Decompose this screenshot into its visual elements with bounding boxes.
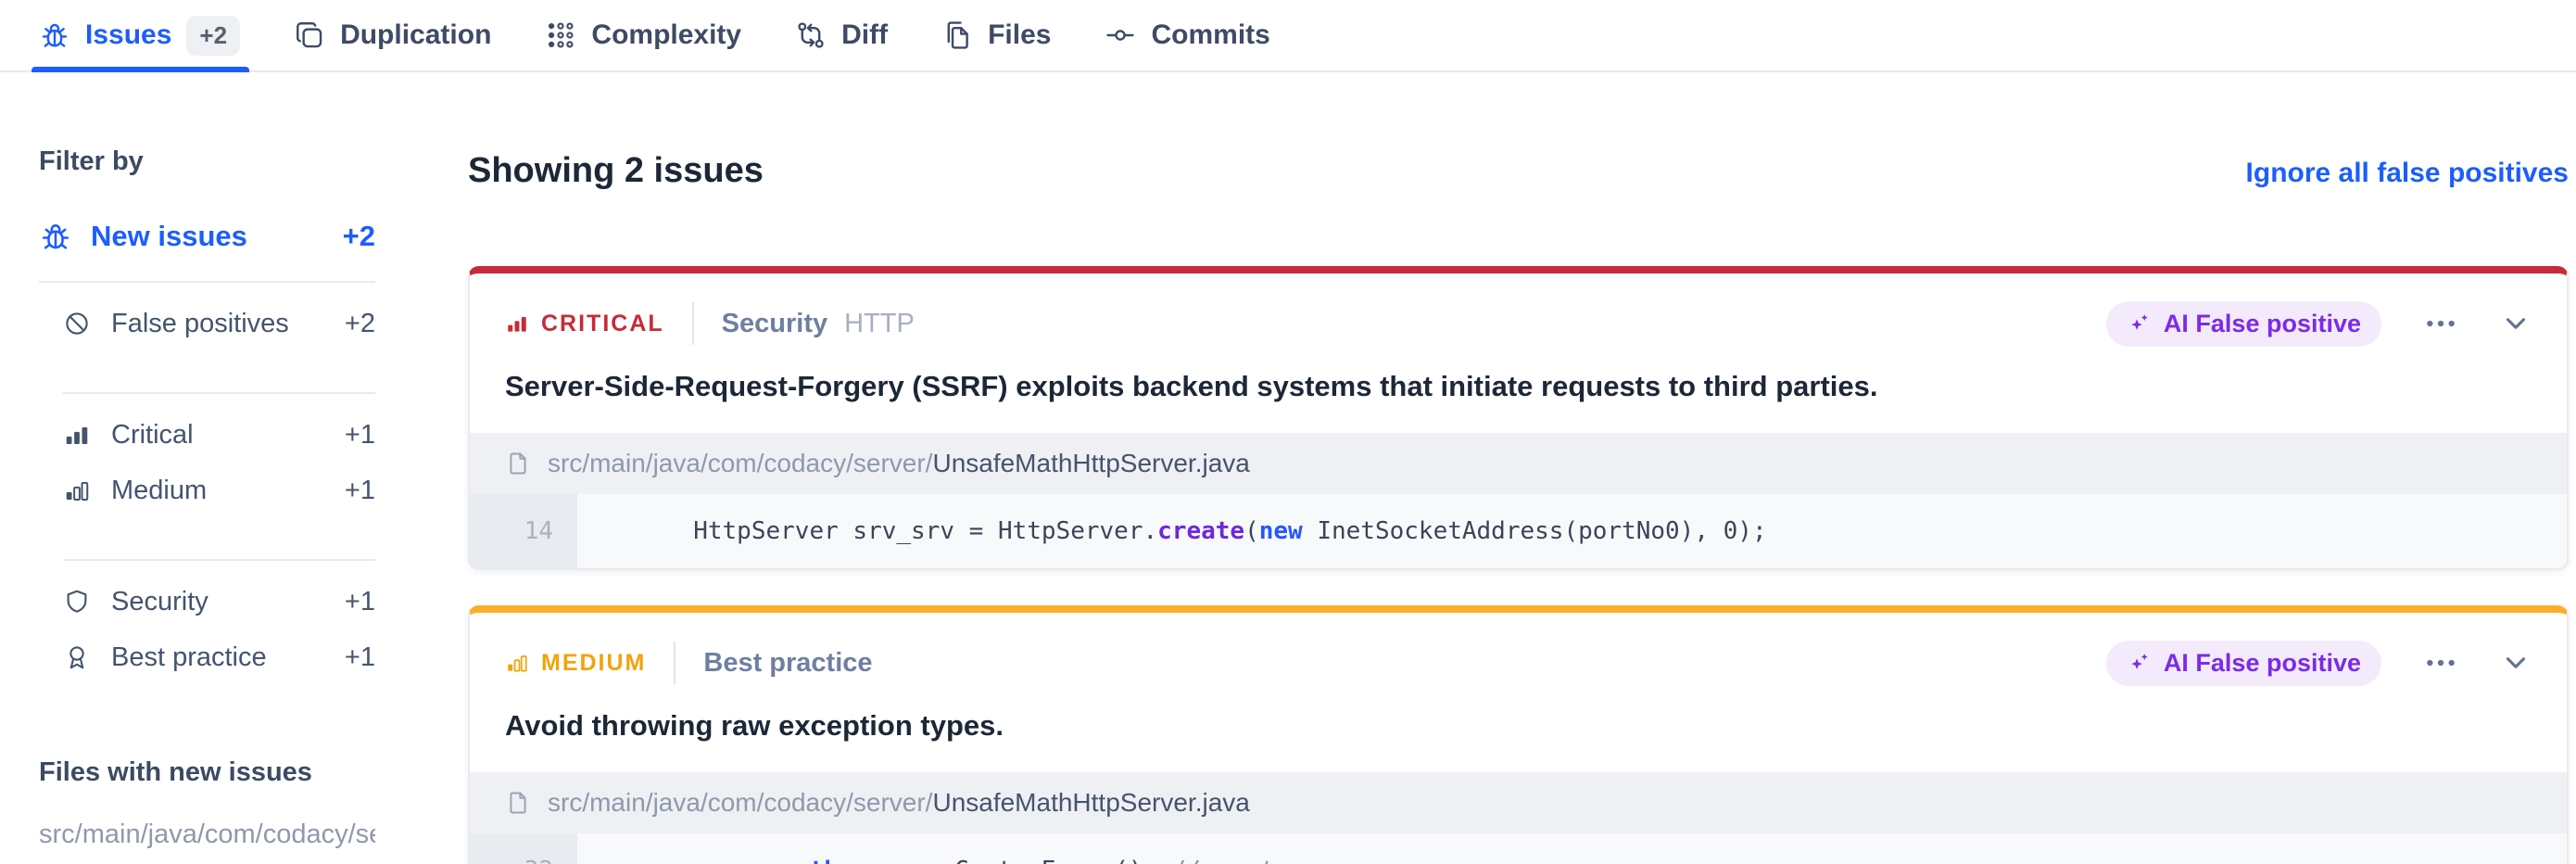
code-line: HttpServer srv_srv = HttpServer.create(n… [577, 494, 2567, 568]
code-snippet: 32 throw new CustomError(); // empty err… [470, 833, 2567, 864]
files-with-new-issues-heading: Files with new issues [39, 757, 375, 788]
shield-icon [63, 588, 91, 616]
filter-security[interactable]: Security +1 [63, 574, 375, 629]
bug-icon [39, 220, 72, 253]
tab-issues-count-badge: +2 [186, 16, 240, 56]
file-path-band: src/main/java/com/codacy/server/UnsafeMa… [470, 433, 2567, 494]
filter-new-issues[interactable]: New issues +2 [39, 220, 375, 253]
chevron-down-icon[interactable] [2500, 308, 2532, 339]
tab-label: Complexity [591, 19, 741, 51]
code-line: throw new CustomError(); // empty error [577, 833, 2567, 864]
issue-category: Best practice [703, 648, 872, 679]
issues-panel: Showing 2 issues Ignore all false positi… [468, 72, 2569, 864]
filter-label: False positives [111, 309, 289, 339]
filters-sidebar: Filter by New issues +2 [39, 72, 375, 864]
filter-count: +1 [345, 420, 375, 451]
more-options-icon[interactable] [2422, 644, 2459, 681]
files-icon [941, 19, 973, 51]
filter-by-heading: Filter by [39, 146, 375, 177]
more-options-icon[interactable] [2422, 305, 2459, 342]
git-compare-icon [795, 19, 827, 51]
file-path-link[interactable]: src/main/java/com/codacy/server/UnsafeMa… [548, 788, 1250, 818]
git-commit-icon [1105, 19, 1136, 51]
severity-bars-medium-icon [63, 476, 91, 504]
line-number: 32 [470, 833, 577, 864]
ai-badge-label: AI False positive [2164, 649, 2361, 678]
ban-icon [63, 310, 91, 337]
filter-count: +1 [345, 476, 375, 506]
tab-label: Files [988, 19, 1051, 51]
filter-label: Best practice [111, 642, 267, 673]
filter-count: +1 [345, 642, 375, 673]
issue-title: Server-Side-Request-Forgery (SSRF) explo… [470, 369, 2567, 403]
file-icon [505, 451, 531, 476]
tab-complexity[interactable]: Complexity [545, 0, 741, 70]
severity-label: CRITICAL [541, 311, 664, 337]
filter-count: +2 [343, 220, 375, 253]
severity-badge: MEDIUM [505, 650, 646, 677]
filter-false-positives[interactable]: False positives +2 [63, 296, 375, 351]
code-snippet: 14 HttpServer srv_srv = HttpServer.creat… [470, 494, 2567, 568]
divider [692, 302, 694, 345]
sparkles-icon [2127, 311, 2153, 337]
issue-subcategory: HTTP [844, 309, 915, 339]
complexity-grid-icon [545, 19, 576, 51]
bug-icon [39, 19, 70, 51]
issue-card-medium: MEDIUM Best practice AI False positive [468, 605, 2569, 864]
filter-critical[interactable]: Critical +1 [63, 407, 375, 463]
ai-false-positive-badge[interactable]: AI False positive [2106, 301, 2381, 347]
filter-medium[interactable]: Medium +1 [63, 463, 375, 518]
filter-label: Security [111, 587, 208, 617]
tab-issues[interactable]: Issues +2 [39, 0, 240, 70]
tab-label: Issues [85, 19, 171, 51]
issue-title: Avoid throwing raw exception types. [470, 708, 2567, 743]
ai-badge-label: AI False positive [2164, 310, 2361, 338]
ai-false-positive-badge[interactable]: AI False positive [2106, 641, 2381, 686]
issue-category: Security [722, 309, 827, 339]
severity-label: MEDIUM [541, 650, 646, 677]
filter-count: +2 [345, 309, 375, 339]
tab-label: Duplication [340, 19, 491, 51]
file-path-link[interactable]: src/main/java/com/codacy/server/UnsafeMa… [548, 449, 1250, 478]
tab-commits[interactable]: Commits [1105, 0, 1269, 70]
file-group-path: src/main/java/com/codacy/se... [39, 820, 375, 850]
severity-badge: CRITICAL [505, 311, 664, 337]
filter-label: New issues [91, 220, 247, 253]
showing-issues-heading: Showing 2 issues [468, 150, 764, 193]
ignore-all-false-positives-link[interactable]: Ignore all false positives [2246, 158, 2569, 189]
tab-label: Commits [1151, 19, 1269, 51]
file-path-band: src/main/java/com/codacy/server/UnsafeMa… [470, 772, 2567, 833]
tab-diff[interactable]: Diff [795, 0, 888, 70]
tab-bar: Issues +2 Duplication Complexity [0, 0, 2576, 72]
severity-bars-icon [505, 311, 529, 336]
tab-label: Diff [841, 19, 888, 51]
severity-bars-icon [505, 651, 529, 675]
severity-bars-full-icon [63, 421, 91, 449]
filter-best-practice[interactable]: Best practice +1 [63, 629, 375, 685]
duplication-copy-icon [294, 19, 325, 51]
award-icon [63, 643, 91, 671]
sparkles-icon [2127, 650, 2153, 676]
tab-files[interactable]: Files [941, 0, 1051, 70]
issue-card-critical: CRITICAL Security HTTP AI False positive [468, 266, 2569, 570]
tab-duplication[interactable]: Duplication [294, 0, 491, 70]
divider [674, 642, 676, 684]
filter-count: +1 [345, 587, 375, 617]
file-icon [505, 790, 531, 816]
chevron-down-icon[interactable] [2500, 647, 2532, 679]
filter-label: Critical [111, 420, 194, 451]
line-number: 14 [470, 494, 577, 568]
filter-label: Medium [111, 476, 207, 506]
